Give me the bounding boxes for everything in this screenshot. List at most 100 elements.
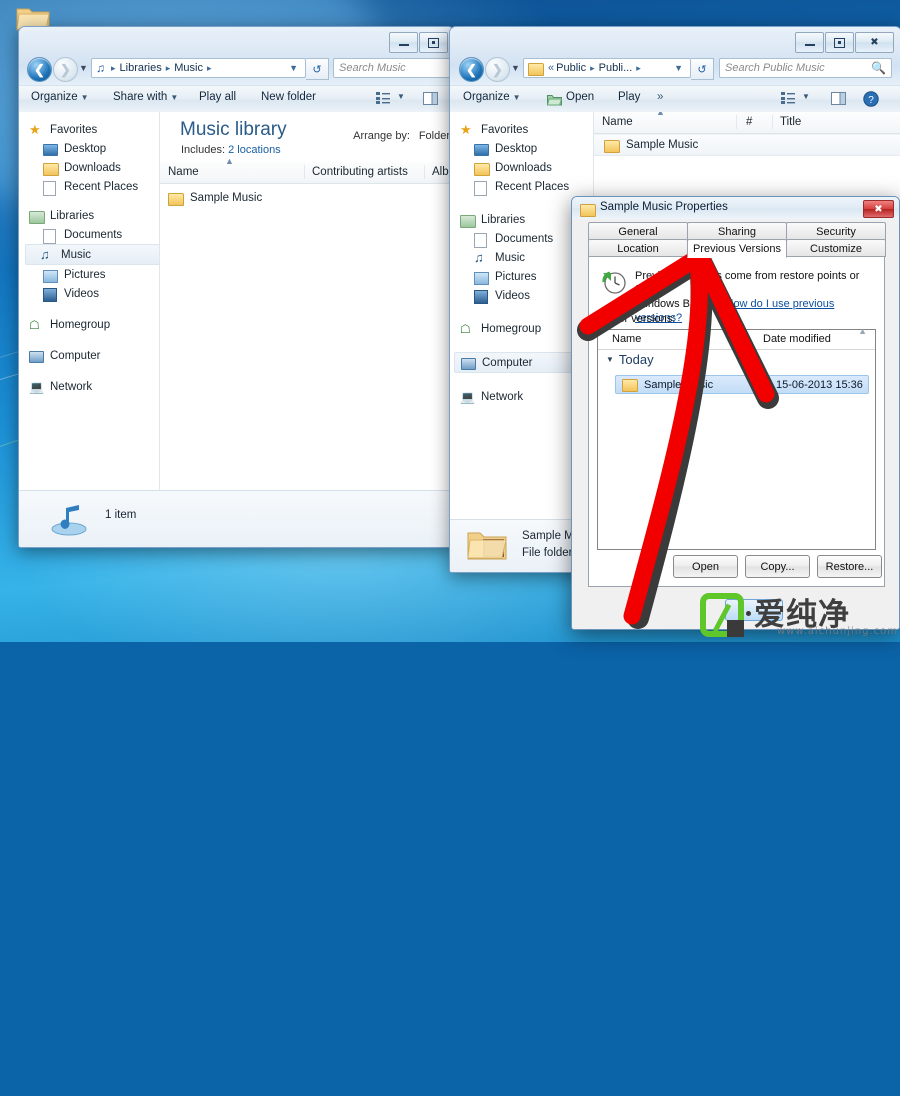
sidebar-item-pictures[interactable]: Pictures: [29, 265, 159, 284]
sidebar-item-music[interactable]: ♫ Music: [25, 244, 159, 265]
play-all-button[interactable]: Play all: [199, 91, 236, 103]
titlebar-music[interactable]: [19, 27, 454, 55]
folder-versions-label: Folder versions:: [597, 313, 676, 325]
sidebar-item-favorites[interactable]: ★ Favorites: [460, 120, 593, 139]
breadcrumb-public-music[interactable]: Publi...: [598, 62, 634, 74]
recent-pages-icon[interactable]: ▼: [511, 63, 520, 73]
computer-icon: [29, 348, 45, 364]
column-title[interactable]: Title: [780, 116, 801, 128]
tab-general[interactable]: General: [588, 222, 688, 240]
views-dropdown-icon[interactable]: ▼: [397, 92, 405, 101]
sidebar-item-computer[interactable]: Computer: [29, 346, 159, 365]
open-button[interactable]: Open: [566, 91, 594, 103]
sidebar-label: Recent Places: [495, 180, 570, 193]
table-row[interactable]: Sample Music: [594, 134, 900, 156]
tab-panel-previous-versions: Previous versions come from restore poin…: [588, 256, 885, 587]
open-version-button[interactable]: Open: [673, 555, 738, 578]
arrange-by-value[interactable]: Folder: [419, 130, 450, 142]
sidebar-item-desktop[interactable]: Desktop: [460, 139, 593, 158]
list-column-date-modified[interactable]: Date modified: [763, 333, 831, 345]
dialog-titlebar[interactable]: Sample Music Properties ✖: [572, 197, 899, 219]
group-header-today[interactable]: ▼ Today: [606, 352, 654, 367]
arrange-by-label: Arrange by:: [353, 130, 410, 142]
sidebar-item-homegroup[interactable]: ☖ Homegroup: [29, 315, 159, 334]
tab-location[interactable]: Location: [588, 239, 688, 257]
maximize-button[interactable]: [825, 32, 854, 53]
folder-versions-list[interactable]: Name Date modified ▲ ▼ Today Sample Musi…: [597, 326, 876, 550]
table-row[interactable]: Sample Music: [168, 188, 262, 208]
copy-version-button[interactable]: Copy...: [745, 555, 810, 578]
refresh-button[interactable]: ↺: [306, 58, 329, 80]
homegroup-icon: ☖: [460, 321, 471, 336]
list-item-sample-music[interactable]: Sample Music 15-06-2013 15:36: [615, 375, 869, 394]
sidebar-item-recent-places[interactable]: Recent Places: [460, 177, 593, 196]
search-box-music[interactable]: Search Music: [333, 58, 454, 78]
search-box-public[interactable]: Search Public Music 🔍: [719, 58, 892, 78]
sidebar-label: Favorites: [50, 123, 98, 136]
list-column-name[interactable]: Name: [612, 333, 641, 345]
organize-button[interactable]: Organize ▼: [463, 91, 521, 103]
music-icon: ♫: [474, 249, 484, 265]
help-icon[interactable]: ?: [863, 91, 879, 107]
tab-security[interactable]: Security: [786, 222, 886, 240]
breadcrumb-public[interactable]: Public: [555, 62, 587, 74]
command-bar-public: Organize ▼ Open Play » ▼ ?: [450, 85, 900, 114]
play-button[interactable]: Play: [618, 91, 640, 103]
column-contributing-artists[interactable]: Contributing artists: [312, 166, 408, 178]
sidebar-item-network[interactable]: 💻 Network: [29, 377, 159, 396]
sidebar-item-videos[interactable]: Videos: [29, 284, 159, 303]
close-button[interactable]: ✖: [855, 32, 894, 53]
address-dropdown-icon[interactable]: ▼: [669, 63, 688, 73]
sidebar-item-downloads[interactable]: Downloads: [460, 158, 593, 177]
tab-sharing[interactable]: Sharing: [687, 222, 787, 240]
recent-pages-icon[interactable]: ▼: [79, 63, 88, 73]
sort-indicator-icon: ▲: [225, 156, 234, 166]
forward-button[interactable]: ❯: [53, 57, 78, 82]
share-with-button[interactable]: Share with ▼: [113, 91, 178, 103]
library-includes-value[interactable]: 2 locations: [228, 144, 281, 156]
tab-previous-versions[interactable]: Previous Versions: [687, 239, 787, 258]
minimize-button[interactable]: [795, 32, 824, 53]
sidebar-item-libraries[interactable]: Libraries: [29, 206, 159, 225]
column-name[interactable]: Name: [602, 116, 633, 128]
forward-button[interactable]: ❯: [485, 57, 510, 82]
new-folder-button[interactable]: New folder: [261, 91, 316, 103]
restore-version-button[interactable]: Restore...: [817, 555, 882, 578]
maximize-button[interactable]: [419, 32, 448, 53]
more-commands-button[interactable]: »: [657, 91, 663, 103]
sidebar-item-documents[interactable]: Documents: [29, 225, 159, 244]
window-body-music: ★ Favorites Desktop Downloads Recent Pla…: [19, 112, 454, 547]
search-icon[interactable]: 🔍: [871, 61, 886, 75]
column-name[interactable]: Name: [168, 166, 199, 178]
views-icon[interactable]: [781, 92, 795, 104]
sidebar-item-desktop[interactable]: Desktop: [29, 139, 159, 158]
organize-button[interactable]: Organize ▼: [31, 91, 89, 103]
breadcrumb-music[interactable]: Music: [173, 62, 204, 74]
dialog-close-button[interactable]: ✖: [863, 200, 894, 218]
views-dropdown-icon[interactable]: ▼: [802, 92, 810, 101]
minimize-button[interactable]: [389, 32, 418, 53]
breadcrumb-libraries[interactable]: Libraries: [119, 62, 163, 74]
titlebar-public[interactable]: ✖: [450, 27, 900, 55]
views-icon[interactable]: [376, 92, 390, 104]
tab-customize[interactable]: Customize: [786, 239, 886, 257]
refresh-button[interactable]: ↺: [691, 58, 714, 80]
sidebar-item-recent-places[interactable]: Recent Places: [29, 177, 159, 196]
collapse-triangle-icon[interactable]: ▼: [606, 355, 614, 364]
sidebar-item-downloads[interactable]: Downloads: [29, 158, 159, 177]
sidebar-label: Libraries: [481, 213, 526, 226]
address-bar-public[interactable]: « Public ▸ Publi... ▸ ▼: [523, 58, 691, 78]
dialog-sample-music-properties[interactable]: Sample Music Properties ✖ General Sharin…: [571, 196, 900, 630]
preview-pane-icon[interactable]: [831, 92, 846, 105]
sidebar-item-favorites[interactable]: ★ Favorites: [29, 120, 159, 139]
breadcrumb-overflow[interactable]: «: [547, 62, 555, 74]
back-button[interactable]: ❮: [27, 57, 52, 82]
column-track-number[interactable]: #: [746, 116, 752, 128]
preview-pane-icon[interactable]: [423, 92, 438, 105]
back-button[interactable]: ❮: [459, 57, 484, 82]
address-bar-music[interactable]: ♫ ▸ Libraries ▸ Music ▸ ▼: [91, 58, 306, 78]
address-dropdown-icon[interactable]: ▼: [284, 63, 303, 73]
window-music-library[interactable]: ❮ ❯ ▼ ♫ ▸ Libraries ▸ Music ▸ ▼ ↺ Search M…: [18, 26, 455, 548]
star-icon: ★: [29, 121, 41, 137]
recent-places-icon: [474, 179, 490, 196]
